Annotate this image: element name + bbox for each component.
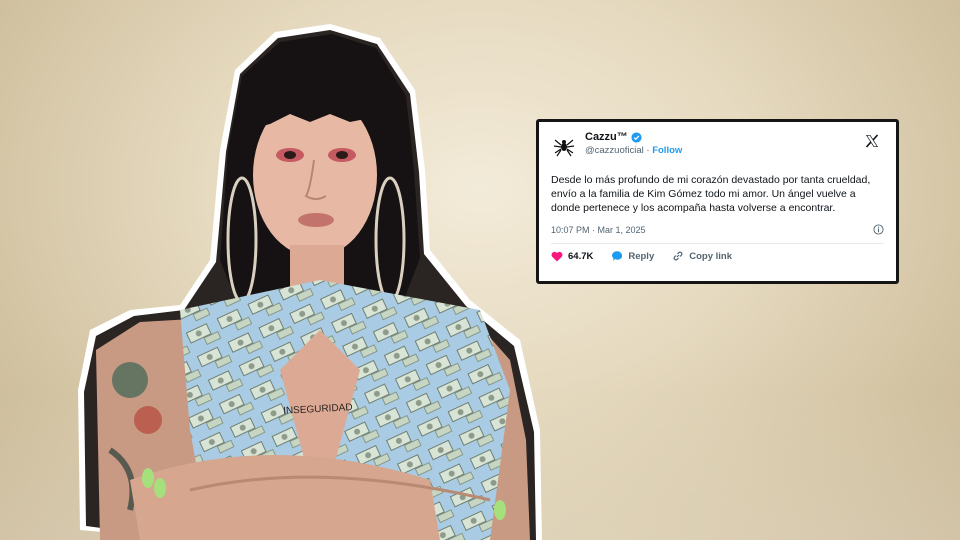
follow-button[interactable]: Follow	[652, 145, 682, 156]
heart-icon	[551, 251, 563, 261]
tweet-timestamp[interactable]: 10:07 PM · Mar 1, 2025	[551, 225, 646, 235]
avatar[interactable]	[551, 133, 577, 159]
handle-separator: ·	[646, 145, 650, 156]
tweet-text: Desde lo más profundo de mi corazón deva…	[551, 174, 871, 214]
tweet-header: Cazzu™ @cazzuoficial · Follow	[551, 131, 884, 165]
person-photo: INSEGURIDAD	[78, 24, 542, 540]
spider-logo-icon	[553, 139, 575, 157]
display-name[interactable]: Cazzu™	[585, 131, 628, 144]
x-logo-icon[interactable]	[864, 133, 880, 149]
like-button[interactable]: 64.7K	[551, 251, 593, 262]
tweet-card: Cazzu™ @cazzuoficial · Follow Desde lo m…	[536, 119, 899, 284]
verified-badge-icon	[631, 132, 642, 143]
info-icon[interactable]	[873, 224, 884, 235]
reply-label: Reply	[628, 250, 655, 262]
handle[interactable]: @cazzuoficial	[585, 145, 644, 156]
tweet-actions: 64.7K Reply Copy link	[551, 250, 884, 262]
link-icon	[673, 251, 683, 261]
copy-link-button[interactable]: Copy link	[672, 250, 732, 262]
like-count: 64.7K	[568, 250, 594, 262]
reply-bubble-icon	[612, 250, 623, 261]
tweet-author: Cazzu™ @cazzuoficial · Follow	[585, 131, 682, 157]
tweet-meta: 10:07 PM · Mar 1, 2025	[551, 224, 884, 244]
copy-link-label: Copy link	[689, 250, 732, 262]
reply-button[interactable]: Reply	[611, 251, 654, 262]
